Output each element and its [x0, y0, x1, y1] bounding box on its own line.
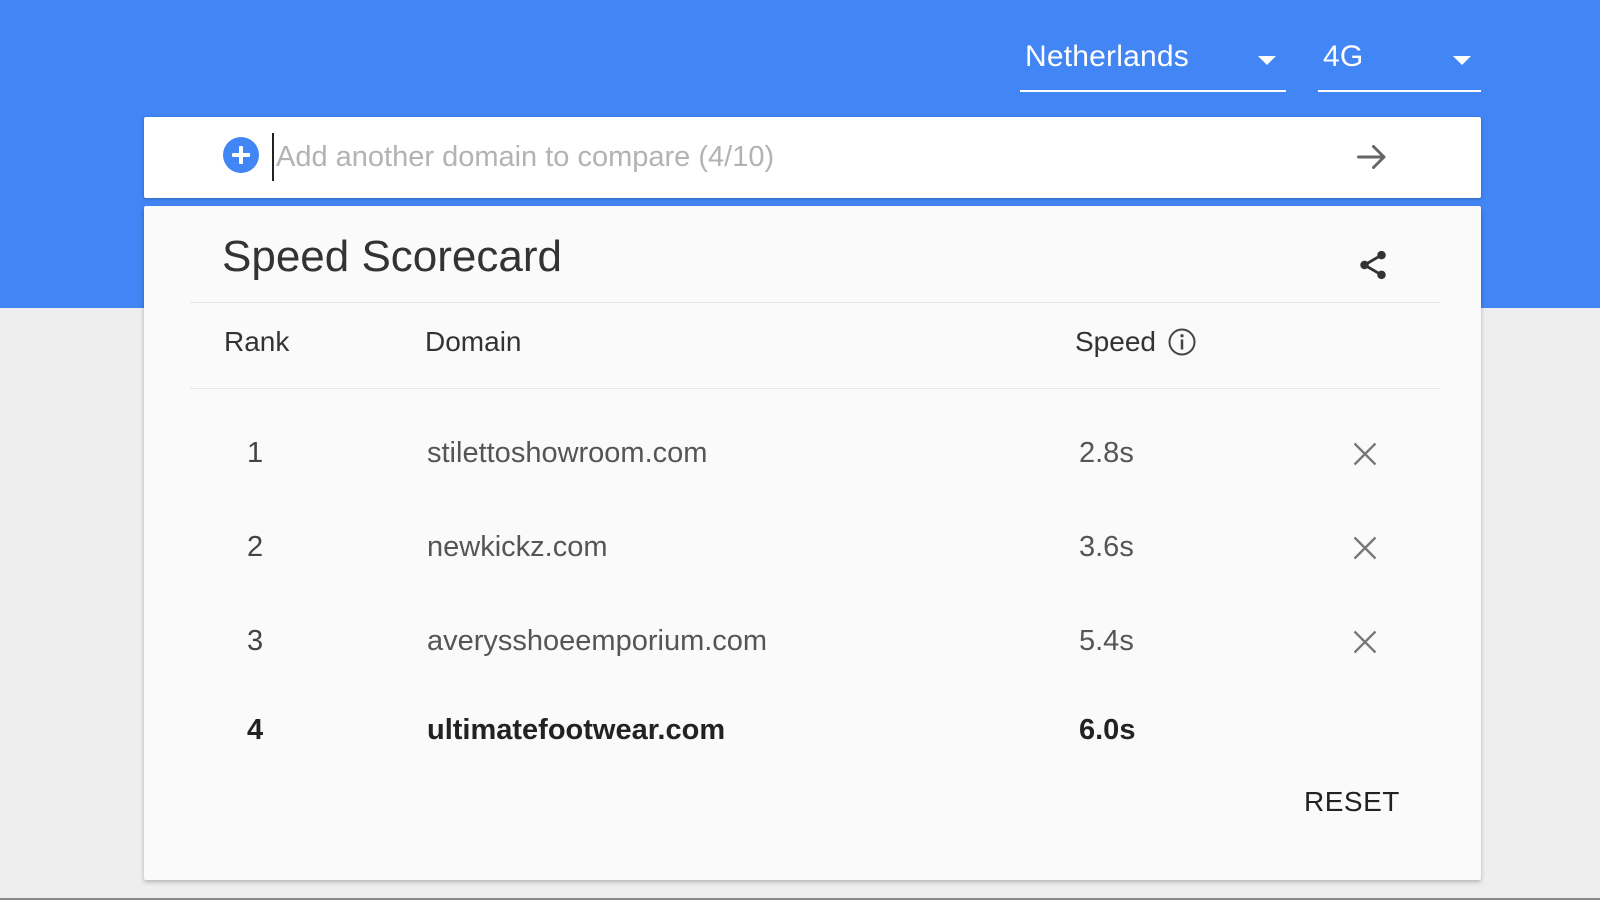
column-header-speed: Speed — [1075, 326, 1156, 357]
rank-cell: 2 — [247, 531, 264, 563]
rank-cell: 1 — [247, 437, 264, 469]
speed-scorecard: Speed Scorecard Rank Domain Speed 1 stil… — [144, 206, 1481, 880]
add-domain-input[interactable] — [272, 133, 1278, 181]
column-header-rank: Rank — [224, 326, 290, 357]
table-row: 2 newkickz.com 3.6s — [144, 531, 1481, 591]
page-title: Speed Scorecard — [222, 232, 562, 281]
domain-cell: newkickz.com — [427, 531, 608, 563]
column-header-domain: Domain — [425, 326, 522, 357]
chevron-down-icon — [1258, 56, 1276, 65]
share-icon[interactable] — [1356, 248, 1390, 282]
table-row: 4 ultimatefootwear.com 6.0s — [144, 714, 1481, 774]
domain-cell: ultimatefootwear.com — [427, 714, 726, 746]
domain-cell: stilettoshowroom.com — [427, 437, 708, 469]
arrow-right-icon[interactable] — [1354, 139, 1390, 175]
close-icon[interactable] — [1351, 440, 1379, 468]
rank-cell: 4 — [247, 714, 264, 746]
reset-button[interactable]: RESET — [1304, 786, 1400, 818]
close-icon[interactable] — [1351, 628, 1379, 656]
country-dropdown[interactable]: Netherlands — [1020, 30, 1286, 92]
add-domain-bar — [144, 117, 1481, 198]
speed-cell: 3.6s — [1079, 531, 1134, 563]
speed-cell: 6.0s — [1079, 714, 1136, 746]
info-icon[interactable] — [1167, 327, 1197, 357]
close-icon[interactable] — [1351, 534, 1379, 562]
domain-cell: averysshoeemporium.com — [427, 625, 768, 657]
network-dropdown-value: 4G — [1323, 40, 1364, 73]
plus-icon[interactable] — [223, 137, 259, 173]
table-row: 3 averysshoeemporium.com 5.4s — [144, 625, 1481, 685]
divider — [190, 302, 1440, 303]
rank-cell: 3 — [247, 625, 264, 657]
country-dropdown-value: Netherlands — [1025, 40, 1189, 73]
speed-cell: 2.8s — [1079, 437, 1134, 469]
speed-cell: 5.4s — [1079, 625, 1134, 657]
chevron-down-icon — [1453, 56, 1471, 65]
divider — [190, 388, 1440, 389]
table-row: 1 stilettoshowroom.com 2.8s — [144, 437, 1481, 497]
network-dropdown[interactable]: 4G — [1318, 30, 1481, 92]
